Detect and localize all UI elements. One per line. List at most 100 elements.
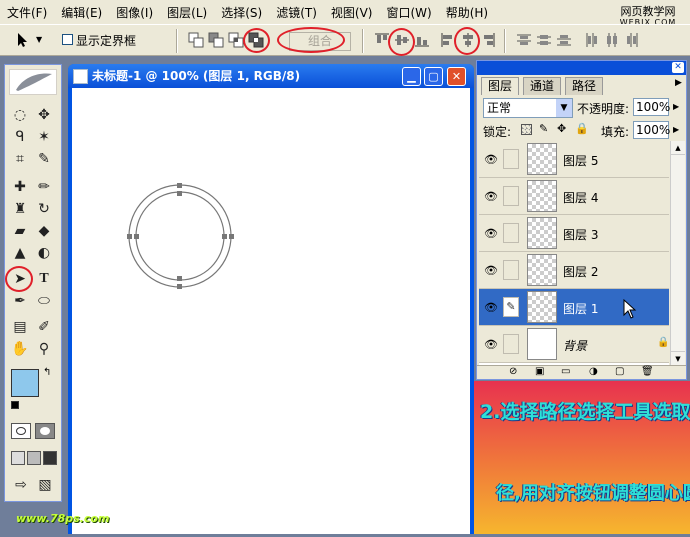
intersect-shape-icon[interactable] — [228, 32, 244, 48]
scroll-up-icon[interactable]: ▲ — [671, 141, 685, 155]
distribute-right-icon[interactable] — [624, 32, 640, 48]
link-box[interactable] — [503, 260, 519, 280]
marquee-tool-icon[interactable]: ◌ — [10, 105, 30, 125]
history-brush-tool-icon[interactable]: ↻ — [34, 199, 54, 219]
align-bottom-icon[interactable] — [414, 32, 430, 48]
fill-arrow-icon[interactable]: ▶ — [673, 125, 679, 134]
paint-bucket-tool-icon[interactable]: ◆ — [34, 221, 54, 241]
crop-tool-icon[interactable]: ⌗ — [10, 149, 30, 169]
link-box[interactable] — [503, 149, 519, 169]
visibility-eye-icon[interactable]: 👁 — [484, 190, 498, 203]
link-box[interactable] — [503, 223, 519, 243]
notes-tool-icon[interactable]: ▤ — [10, 317, 30, 337]
path-selection-tool-icon[interactable] — [14, 32, 30, 48]
zoom-tool-icon[interactable]: ⚲ — [34, 339, 54, 359]
hand-tool-icon[interactable]: ✋ — [10, 339, 30, 359]
healing-brush-tool-icon[interactable]: ✚ — [10, 177, 30, 197]
default-colors-icon[interactable] — [11, 401, 19, 409]
add-mask-icon[interactable]: ▣ — [535, 366, 544, 377]
new-group-icon[interactable]: ▭ — [561, 366, 570, 377]
new-layer-icon[interactable]: ▢ — [615, 366, 624, 377]
opacity-arrow-icon[interactable]: ▶ — [673, 102, 679, 111]
show-bbox-checkbox[interactable] — [62, 34, 73, 45]
align-right-icon[interactable] — [480, 32, 496, 48]
swap-colors-icon[interactable]: ↰ — [43, 367, 51, 378]
move-tool-icon[interactable]: ✥ — [34, 105, 54, 125]
pen-tool-icon[interactable]: ✒ — [10, 291, 30, 311]
menu-layer[interactable]: 图层(L) — [160, 4, 214, 21]
lasso-tool-icon[interactable]: ᑫ — [10, 127, 30, 147]
menu-select[interactable]: 选择(S) — [214, 4, 269, 21]
type-tool-icon[interactable]: T — [34, 269, 54, 289]
anchor-point[interactable] — [222, 234, 227, 239]
ellipse-tool-icon[interactable]: ⬭ — [34, 291, 54, 311]
screen-mode-full-icon[interactable] — [43, 451, 57, 465]
layer-list-scrollbar[interactable]: ▲ ▼ — [670, 141, 685, 365]
menu-help[interactable]: 帮助(H) — [439, 4, 495, 21]
slice-tool-icon[interactable]: ✎ — [34, 149, 54, 169]
distribute-horizontal-center-icon[interactable] — [604, 32, 620, 48]
distribute-vertical-center-icon[interactable] — [536, 32, 552, 48]
menu-image[interactable]: 图像(I) — [109, 4, 160, 21]
lock-paint-icon[interactable]: ✎ — [539, 122, 548, 135]
inner-circle-path[interactable] — [135, 191, 225, 281]
anchor-point[interactable] — [177, 284, 182, 289]
menu-edit[interactable]: 编辑(E) — [54, 4, 109, 21]
quick-mask-mode-icon[interactable] — [35, 423, 55, 439]
link-layers-icon[interactable]: ⊘ — [509, 366, 517, 377]
blur-tool-icon[interactable]: ▲ — [10, 243, 30, 263]
scroll-down-icon[interactable]: ▼ — [671, 351, 685, 365]
menu-view[interactable]: 视图(V) — [324, 4, 380, 21]
adjustment-layer-icon[interactable]: ◑ — [589, 366, 598, 377]
layer-row[interactable]: 👁 图层 3 — [479, 215, 669, 252]
menu-file[interactable]: 文件(F) — [0, 4, 54, 21]
link-box[interactable] — [503, 186, 519, 206]
layer-row[interactable]: 👁 图层 4 — [479, 178, 669, 215]
delete-layer-icon[interactable]: 🗑 — [641, 366, 654, 377]
layer-row-selected[interactable]: 👁 ✎ 图层 1 — [479, 289, 669, 326]
minimize-button[interactable]: ▁ — [402, 67, 421, 86]
maximize-button[interactable]: ▢ — [424, 67, 443, 86]
anchor-point[interactable] — [134, 234, 139, 239]
clone-stamp-tool-icon[interactable]: ♜ — [10, 199, 30, 219]
add-to-shape-icon[interactable] — [188, 32, 204, 48]
visibility-eye-icon[interactable]: 👁 — [484, 153, 498, 166]
foreground-color-swatch[interactable] — [11, 369, 39, 397]
document-canvas[interactable] — [72, 88, 470, 534]
layer-row[interactable]: 👁 背景 🔒 — [479, 326, 669, 363]
anchor-point[interactable] — [177, 191, 182, 196]
visibility-eye-icon[interactable]: 👁 — [484, 301, 498, 314]
outer-circle-path[interactable] — [128, 184, 232, 288]
standard-mode-icon[interactable] — [11, 423, 31, 439]
close-button[interactable]: ✕ — [447, 67, 466, 86]
brush-tool-icon[interactable]: ✏ — [34, 177, 54, 197]
distribute-top-icon[interactable] — [516, 32, 532, 48]
distribute-bottom-icon[interactable] — [556, 32, 572, 48]
visibility-eye-icon[interactable]: 👁 — [484, 264, 498, 277]
edit-in-imageready-icon[interactable]: ▧ — [35, 475, 55, 495]
link-box[interactable] — [503, 334, 519, 354]
jump-to-imageready-icon[interactable]: ⇨ — [11, 475, 31, 495]
tab-paths[interactable]: 路径 — [565, 77, 604, 95]
dodge-tool-icon[interactable]: ◐ — [34, 243, 54, 263]
anchor-point[interactable] — [127, 234, 132, 239]
eyedropper-tool-icon[interactable]: ✐ — [34, 317, 54, 337]
layers-panel-title-bar[interactable]: ✕ — [477, 61, 686, 75]
menu-filter[interactable]: 滤镜(T) — [269, 4, 324, 21]
lock-move-icon[interactable]: ✥ — [557, 122, 566, 135]
brush-link-icon[interactable]: ✎ — [503, 297, 519, 317]
anchor-point[interactable] — [177, 276, 182, 281]
magic-wand-tool-icon[interactable]: ✶ — [34, 127, 54, 147]
anchor-point[interactable] — [177, 183, 182, 188]
lock-transparency-icon[interactable] — [521, 124, 532, 135]
eraser-tool-icon[interactable]: ▰ — [10, 221, 30, 241]
opacity-input[interactable]: 100% — [633, 98, 670, 116]
tab-channels[interactable]: 通道 — [523, 77, 562, 95]
subtract-shape-icon[interactable] — [208, 32, 224, 48]
panel-menu-arrow-icon[interactable]: ▶ — [675, 78, 682, 88]
screen-mode-standard-icon[interactable] — [11, 451, 25, 465]
layer-row[interactable]: 👁 图层 2 — [479, 252, 669, 289]
panel-close-icon[interactable]: ✕ — [672, 62, 684, 73]
screen-mode-full-menu-icon[interactable] — [27, 451, 41, 465]
visibility-eye-icon[interactable]: 👁 — [484, 338, 498, 351]
